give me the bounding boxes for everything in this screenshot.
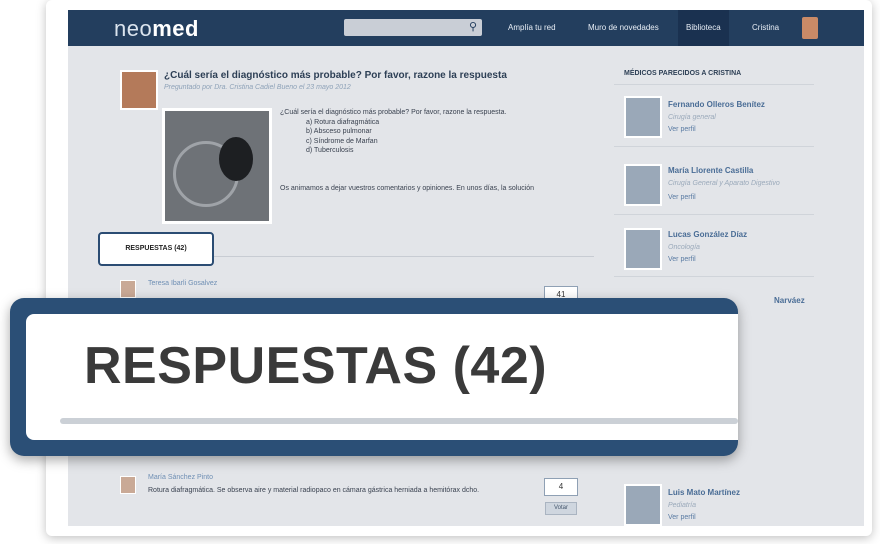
doctor-specialty: Cirugía General y Aparato Digestivo <box>668 180 780 187</box>
doctor-specialty: Oncología <box>668 244 700 251</box>
sidebar-divider <box>614 276 814 277</box>
doctor-profile-link[interactable]: Ver perfil <box>668 126 696 133</box>
doctor-name[interactable]: Lucas González Díaz <box>668 230 747 239</box>
search-input[interactable]: ⚲ <box>344 19 482 36</box>
zoom-callout-bar <box>60 418 738 424</box>
answer-avatar[interactable] <box>120 476 136 494</box>
zoom-callout-panel: RESPUESTAS (42) <box>26 314 738 440</box>
question-footer: Os animamos a dejar vuestros comentarios… <box>280 185 535 192</box>
doctor-name-partial[interactable]: Narváez <box>774 296 805 305</box>
doctor-profile-link[interactable]: Ver perfil <box>668 256 696 263</box>
vote-button[interactable]: Votar <box>545 502 577 515</box>
doctor-specialty: Pediatría <box>668 502 697 509</box>
question-title: ¿Cuál sería el diagnóstico más probable?… <box>164 70 507 81</box>
nav-link-network[interactable]: Amplía tu red <box>508 23 556 32</box>
doctor-photo[interactable] <box>624 228 662 270</box>
answer-vote-count: 4 <box>544 478 578 496</box>
logo[interactable]: neomed <box>114 16 199 42</box>
sidebar-divider <box>614 214 814 215</box>
tab-answers[interactable]: RESPUESTAS (42) <box>98 232 214 266</box>
doctor-profile-link[interactable]: Ver perfil <box>668 194 696 201</box>
answer-author[interactable]: Teresa Ibarli Gosalvez <box>148 280 217 287</box>
question-intro: ¿Cuál sería el diagnóstico más probable?… <box>280 109 507 116</box>
top-nav: neomed ⚲ Amplía tu red Muro de novedades… <box>68 10 864 46</box>
option-b: b) Absceso pulmonar <box>306 128 372 135</box>
doctor-name[interactable]: Fernando Olleros Benítez <box>668 100 765 109</box>
doctor-photo[interactable] <box>624 96 662 138</box>
answer-text: Rotura diafragmática. Se observa aire y … <box>148 487 480 494</box>
sidebar-divider <box>614 84 814 85</box>
doctor-photo[interactable] <box>624 164 662 206</box>
user-avatar[interactable] <box>802 17 818 39</box>
nav-link-user[interactable]: Cristina <box>752 23 779 32</box>
zoom-callout: RESPUESTAS (42) <box>10 298 738 456</box>
answer-avatar[interactable] <box>120 280 136 298</box>
nav-link-feed[interactable]: Muro de novedades <box>588 23 659 32</box>
option-c: c) Síndrome de Marfan <box>306 137 378 145</box>
tab-divider <box>214 256 594 257</box>
sidebar-divider <box>614 146 814 147</box>
search-icon[interactable]: ⚲ <box>464 19 482 36</box>
sidebar-title: MÉDICOS PARECIDOS A CRISTINA <box>624 70 742 77</box>
zoom-callout-label: RESPUESTAS (42) <box>84 337 548 395</box>
doctor-profile-link[interactable]: Ver perfil <box>668 514 696 521</box>
nav-link-library[interactable]: Biblioteca <box>678 10 729 46</box>
doctor-specialty: Cirugía general <box>668 114 716 121</box>
question-subtitle: Preguntado por Dra. Cristina Cadiel Buen… <box>164 84 351 91</box>
doctor-photo[interactable] <box>624 484 662 526</box>
answer-author[interactable]: María Sánchez Pinto <box>148 474 213 481</box>
doctor-name[interactable]: María Llorente Castilla <box>668 166 753 175</box>
option-a: a) Rotura diafragmática <box>306 118 380 126</box>
question-body: ¿Cuál sería el diagnóstico más probable?… <box>280 108 580 156</box>
asker-avatar[interactable] <box>120 70 158 110</box>
option-d: d) Tuberculosis <box>306 147 354 154</box>
xray-image[interactable] <box>162 108 272 224</box>
doctor-name[interactable]: Luis Mato Martínez <box>668 488 740 497</box>
